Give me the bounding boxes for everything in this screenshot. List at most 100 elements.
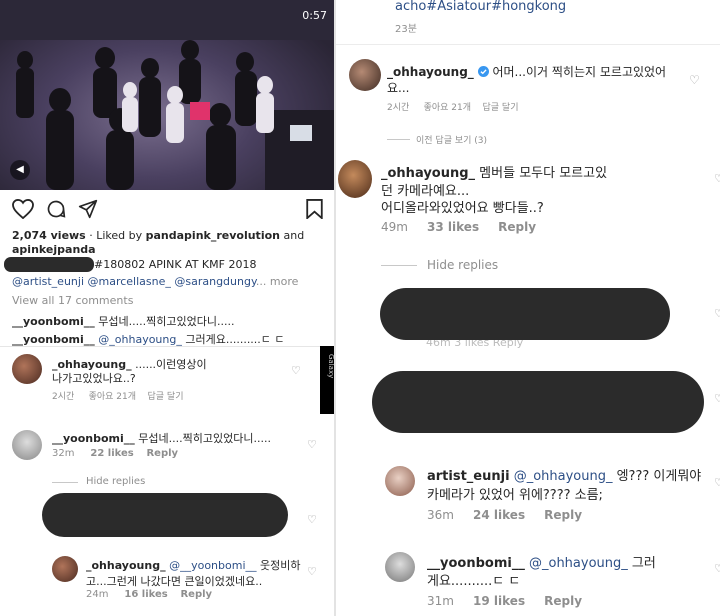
comment-likes[interactable]: 좋아요 21개: [424, 103, 471, 113]
reply-link[interactable]: Reply: [180, 589, 212, 600]
redacted-username: [4, 257, 94, 272]
comment-text: 고...그런게 나갔다면 큰일이었겠네요..: [86, 575, 263, 588]
comment-heart-icon[interactable]: ♡: [714, 562, 720, 575]
comment-mention[interactable]: @_ohhayoung_: [529, 556, 628, 571]
hide-replies-link[interactable]: Hide replies: [86, 476, 145, 487]
bookmark-icon[interactable]: [306, 199, 323, 219]
post-hashtags[interactable]: acho#Asiatour#hongkong: [395, 0, 566, 14]
view-all-comments-link[interactable]: View all 17 comments: [12, 294, 133, 307]
likes-summary: 2,074 views · Liked by pandapink_revolut…: [12, 229, 304, 242]
verified-badge-icon: [477, 66, 489, 77]
comment-text: 어머...이거 찍히는지 모르고있었어: [492, 65, 667, 79]
post-video[interactable]: 0:57 ◀: [0, 0, 335, 190]
liked-by-user-link[interactable]: apinkejpanda: [12, 243, 96, 256]
reply-link[interactable]: 답글 달기: [483, 103, 519, 113]
heart-icon[interactable]: [12, 199, 34, 219]
comment-heart-icon[interactable]: ♡: [714, 392, 720, 405]
views-count: 2,074 views: [12, 229, 86, 242]
post-action-bar: [12, 199, 325, 221]
view-previous-replies-link[interactable]: 이전 답글 보기 (3): [416, 133, 487, 146]
comment-time: 31m: [427, 594, 454, 608]
comment-likes[interactable]: 22 likes: [90, 448, 133, 459]
inline-comment: __yoonbomi__ @_ohhayoung_ 그러게요..........…: [12, 331, 285, 347]
comment-row: artist_eunji @_ohhayoung_ 엥??? 이게뭐야: [427, 465, 701, 484]
avatar[interactable]: [12, 430, 42, 460]
comment-heart-icon[interactable]: ♡: [291, 364, 301, 377]
video-crowd-scene: [0, 0, 335, 190]
comment-username[interactable]: _ohhayoung_: [381, 166, 475, 181]
hide-replies-link[interactable]: Hide replies: [427, 258, 498, 272]
comment-username[interactable]: __yoonbomi__: [427, 556, 525, 571]
avatar[interactable]: [52, 556, 78, 582]
comment-mention[interactable]: @__yoonbomi__: [169, 559, 256, 572]
video-duration: 0:57: [302, 9, 327, 22]
comment-meta: 49m 33 likes Reply: [381, 220, 536, 234]
post-time: 23분: [395, 24, 417, 35]
comment-likes[interactable]: 33 likes: [427, 220, 479, 234]
comment-text: 그러: [627, 556, 656, 571]
comment-time: 2시간: [52, 392, 75, 402]
comment-row: _ohhayoung_ 어머...이거 찍히는지 모르고있었어: [387, 63, 666, 80]
comment-likes[interactable]: 19 likes: [473, 594, 525, 608]
caption-mention-links[interactable]: @artist_eunji @marcellasne_ @sarangdungy: [12, 275, 256, 288]
reply-link[interactable]: 답글 달기: [148, 392, 184, 402]
section-divider: [336, 44, 720, 45]
comment-username[interactable]: __yoonbomi__: [12, 333, 95, 346]
comment-mention[interactable]: @_ohhayoung_: [95, 333, 182, 346]
device-label: Galaxy: [327, 354, 335, 379]
avatar[interactable]: [385, 466, 415, 496]
redacted-comment: [372, 371, 704, 433]
comment-meta: 31m 19 likes Reply: [427, 594, 582, 608]
avatar[interactable]: [12, 354, 42, 384]
avatar[interactable]: [349, 59, 381, 91]
comment-heart-icon[interactable]: ♡: [714, 172, 720, 185]
comment-heart-icon[interactable]: ♡: [714, 476, 720, 489]
comment-text: 무섭네....찍히고있었다니.....: [138, 432, 271, 445]
inline-comment: __yoonbomi__ 무섭네.....찍히고있었다니.....: [12, 313, 234, 329]
comment-mention[interactable]: @_ohhayoung_: [514, 469, 613, 484]
reply-link[interactable]: Reply: [544, 508, 582, 522]
comment-username[interactable]: __yoonbomi__: [12, 315, 95, 328]
mute-icon[interactable]: ◀: [10, 160, 30, 180]
reply-link[interactable]: Reply: [544, 594, 582, 608]
comment-username[interactable]: __yoonbomi__: [52, 432, 135, 445]
redacted-comment: [380, 288, 670, 340]
comment-text: 그러게요..........ㄷ ㄷ: [181, 333, 285, 346]
comment-meta: 36m 24 likes Reply: [427, 508, 582, 522]
comment-heart-icon[interactable]: ♡: [307, 565, 317, 578]
left-screenshot: 0:57 ◀ 2,074 views · Liked by pandapink_…: [0, 0, 335, 616]
comment-row: _ohhayoung_ 멤버들 모두다 모르고있: [381, 162, 607, 181]
comment-row: __yoonbomi__ @_ohhayoung_ 그러: [427, 552, 656, 571]
more-link[interactable]: ... more: [256, 275, 298, 288]
comment-time: 24m: [86, 589, 109, 600]
comment-text: 웃정비하: [256, 559, 301, 572]
liked-by-user-link[interactable]: pandapink_revolution: [146, 229, 280, 242]
comment-heart-icon[interactable]: ♡: [714, 307, 720, 320]
avatar[interactable]: [385, 552, 415, 582]
comment-likes[interactable]: 좋아요 21개: [89, 392, 136, 402]
comment-heart-icon[interactable]: ♡: [689, 73, 700, 87]
comment-meta: 24m 16 likes Reply: [86, 589, 212, 600]
comment-time: 49m: [381, 220, 408, 234]
comment-icon[interactable]: [45, 199, 67, 219]
comment-heart-icon[interactable]: ♡: [307, 438, 317, 451]
reply-link[interactable]: Reply: [146, 448, 178, 459]
comment-username[interactable]: artist_eunji: [427, 469, 510, 484]
post-caption: #180802 APINK AT KMF 2018: [94, 258, 257, 271]
comment-heart-icon[interactable]: ♡: [307, 513, 317, 526]
section-divider: [0, 346, 335, 347]
avatar[interactable]: [338, 160, 372, 198]
comment-text: 나가고있었나요..?: [52, 372, 136, 385]
comment-text: 요...: [387, 81, 410, 95]
comment-username[interactable]: _ohhayoung_: [387, 65, 474, 79]
reply-link[interactable]: Reply: [498, 220, 536, 234]
caption-mentions: @artist_eunji @marcellasne_ @sarangdungy…: [12, 275, 298, 288]
comment-likes[interactable]: 24 likes: [473, 508, 525, 522]
comment-text: 엥??? 이게뭐야: [612, 469, 702, 484]
phone-edge: Galaxy: [320, 346, 335, 414]
comment-likes[interactable]: 16 likes: [124, 589, 167, 600]
share-icon[interactable]: [78, 199, 98, 219]
comment-text: 어디올라와있었어요 빵다들..?: [381, 201, 544, 216]
comment-text: 무섭네.....찍히고있었다니.....: [94, 315, 235, 328]
comment-username[interactable]: _ohhayoung_: [86, 559, 166, 572]
